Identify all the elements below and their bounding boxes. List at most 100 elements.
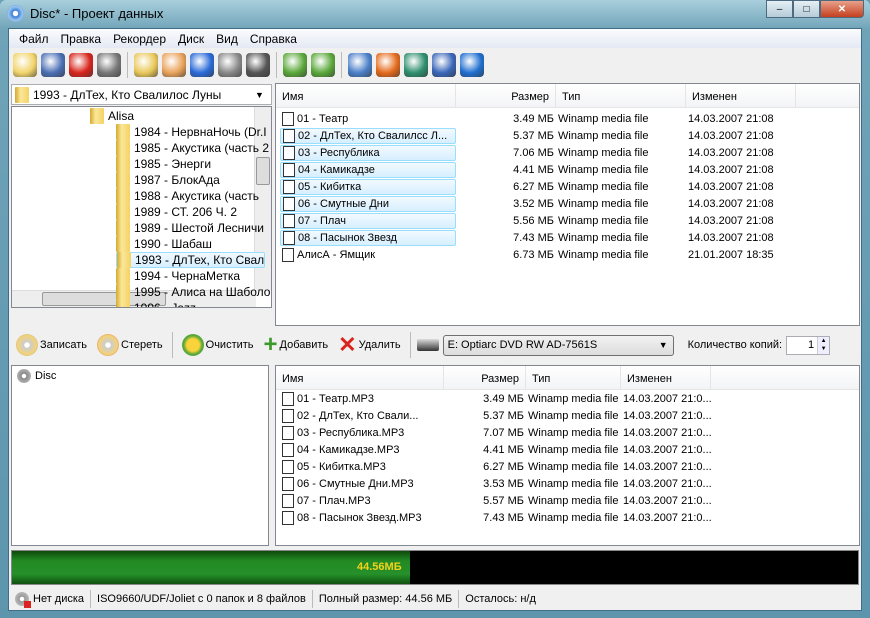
minimize-button[interactable]: –	[766, 0, 793, 18]
tree-item[interactable]: 1993 - ДлТех, Кто Свал	[116, 252, 266, 268]
tree-item[interactable]: 1994 - ЧернаМетка	[116, 268, 240, 284]
drive-select[interactable]: E: Optiarc DVD RW AD-7561S ▼	[442, 334, 674, 356]
disc-info-icon[interactable]	[218, 53, 242, 77]
table-row[interactable]: 07 - Плач.MP3 5.57 МБ Winamp media file 14.…	[280, 493, 711, 509]
blue-square-icon[interactable]	[190, 53, 214, 77]
globe-cursor-icon[interactable]	[404, 53, 428, 77]
red-x-icon: ✕	[338, 332, 357, 357]
table-row[interactable]: 02 - ДлТех, Кто Свали... 5.37 МБ Winamp me…	[280, 408, 711, 424]
cell-text: 3.49 МБ	[483, 393, 524, 405]
table-row[interactable]: 01 - Театр.MP3 3.49 МБ Winamp media file 14…	[280, 391, 711, 407]
audio-file-icon	[282, 409, 294, 423]
column-header-3[interactable]: Изменен	[621, 366, 711, 389]
cell-text: Winamp media file	[558, 113, 649, 125]
tree-item[interactable]: 1987 - БлокАда	[116, 172, 220, 188]
web-update-icon[interactable]	[376, 53, 400, 77]
table-row[interactable]: 04 - Камикадзе 4.41 МБ Winamp media file 14…	[280, 162, 796, 178]
table-row[interactable]: АлисА - Ямщик 6.73 МБ Winamp media file 21.…	[280, 247, 796, 263]
cell-text: 3.53 МБ	[483, 478, 524, 490]
cell-text: 3.52 МБ	[513, 198, 554, 210]
table-row[interactable]: 03 - Республика.MP3 7.07 МБ Winamp media f…	[280, 425, 711, 441]
tree-item[interactable]: 1985 - Энерги	[116, 156, 211, 172]
table-row[interactable]: 08 - Пасынок Звезд 7.43 МБ Winamp media fi…	[280, 230, 796, 246]
disc-tree-root[interactable]: Disc	[17, 369, 56, 383]
table-row[interactable]: 05 - Кибитка 6.27 МБ Winamp media file 14.0…	[280, 179, 796, 195]
delete-icon[interactable]	[69, 53, 93, 77]
info-icon[interactable]	[460, 53, 484, 77]
table-row[interactable]: 08 - Пасынок Звезд.MP3 7.43 МБ Winamp medi…	[280, 510, 711, 526]
folder-tree: Alisa 1984 - НервнаНочь (Dr.I 1985 - Акуст…	[11, 106, 272, 308]
menu-item-1[interactable]: Правка	[55, 32, 108, 46]
save-icon[interactable]	[41, 53, 65, 77]
list-header: Имя Размер Тип Изменен	[276, 366, 859, 390]
settings-gear-icon[interactable]	[348, 53, 372, 77]
list-header: Имя Размер Тип Изменен	[276, 84, 859, 108]
print-icon[interactable]	[97, 53, 121, 77]
tree-item-label: 1987 - БлокАда	[134, 173, 220, 187]
open-folder-icon[interactable]	[13, 53, 37, 77]
tree-item-label: 1989 - Шестой Лесничи	[134, 221, 264, 235]
erase-disc-icon[interactable]	[162, 53, 186, 77]
tree-item[interactable]: 1995 - Алиса на Шаболо	[116, 284, 270, 300]
menu-item-2[interactable]: Рекордер	[107, 32, 172, 46]
erase-button[interactable]: Стереть	[94, 334, 166, 356]
table-row[interactable]: 01 - Театр 3.49 МБ Winamp media file 14.03.…	[280, 111, 796, 127]
drive-info-icon[interactable]	[246, 53, 270, 77]
cell: 3.52 МБ	[456, 198, 556, 210]
column-header-2[interactable]: Тип	[526, 366, 621, 389]
table-row[interactable]: 04 - Камикадзе.MP3 4.41 МБ Winamp media fi…	[280, 442, 711, 458]
folder-icon	[116, 236, 130, 252]
tree-item[interactable]: 1989 - СТ. 206 Ч. 2	[116, 204, 237, 220]
cell: 14.03.2007 21:0...	[621, 444, 711, 456]
tree-item[interactable]: 1990 - Шабаш	[116, 236, 212, 252]
burn-disc-icon[interactable]	[134, 53, 158, 77]
disc-down-icon[interactable]	[283, 53, 307, 77]
audio-file-icon	[283, 163, 295, 177]
column-header-0[interactable]: Имя	[276, 366, 444, 389]
table-row[interactable]: 06 - Смутные Дни 3.52 МБ Winamp media file…	[280, 196, 796, 212]
column-header-2[interactable]: Тип	[556, 84, 686, 107]
disc-up-icon[interactable]	[311, 53, 335, 77]
cell-text: 05 - Кибитка	[298, 181, 362, 193]
table-row[interactable]: 02 - ДлТех, Кто Свалилсс Л... 5.37 МБ Wina…	[280, 128, 796, 144]
column-header-1[interactable]: Размер	[456, 84, 556, 107]
menu-item-4[interactable]: Вид	[210, 32, 244, 46]
column-header-3[interactable]: Изменен	[686, 84, 796, 107]
table-row[interactable]: 07 - Плач 5.56 МБ Winamp media file 14.03.2…	[280, 213, 796, 229]
add-button[interactable]: + Добавить	[261, 333, 332, 357]
tree-item[interactable]: 1989 - Шестой Лесничи	[116, 220, 264, 236]
tree-item[interactable]: 1996 - Jazz	[116, 300, 196, 307]
close-button[interactable]: ✕	[820, 0, 864, 18]
column-header-1[interactable]: Размер	[444, 366, 526, 389]
column-header-label: Изменен	[692, 91, 737, 103]
cell: Winamp media file	[556, 181, 686, 193]
menu-item-3[interactable]: Диск	[172, 32, 210, 46]
menu-item-0[interactable]: Файл	[13, 32, 55, 46]
tree-item[interactable]: 1985 - Акустика (часть 2	[116, 140, 269, 156]
tree-item[interactable]: 1984 - НервнаНочь (Dr.I	[116, 124, 267, 140]
column-header-0[interactable]: Имя	[276, 84, 456, 107]
help-icon[interactable]	[432, 53, 456, 77]
table-row[interactable]: 05 - Кибитка.MP3 6.27 МБ Winamp media file…	[280, 459, 711, 475]
clear-button[interactable]: Очистить	[179, 334, 257, 356]
maximize-button[interactable]: □	[793, 0, 820, 18]
cell: 3.53 МБ	[444, 478, 526, 490]
chevron-down-icon[interactable]: ▼	[255, 90, 271, 100]
cell: 14.03.2007 21:0...	[621, 495, 711, 507]
spin-arrows-icon[interactable]: ▲ ▼	[817, 336, 830, 354]
clear-icon	[181, 334, 204, 356]
copies-stepper[interactable]: 1 ▲ ▼	[786, 335, 831, 355]
remove-button[interactable]: ✕ Удалить	[335, 332, 403, 357]
tree-item-label: 1994 - ЧернаМетка	[134, 269, 241, 283]
cell-text: 08 - Пасынок Звезд	[298, 232, 397, 244]
cell: 04 - Камикадзе	[280, 162, 456, 178]
burn-button[interactable]: Записать	[13, 334, 90, 356]
tree-item-root[interactable]: Alisa	[90, 108, 134, 124]
cell: 14.03.2007 21:0...	[621, 461, 711, 473]
menu-item-5[interactable]: Справка	[244, 32, 303, 46]
table-row[interactable]: 06 - Смутные Дни.MP3 3.53 МБ Winamp media …	[280, 476, 711, 492]
column-header-label: Размер	[511, 91, 549, 103]
tree-item[interactable]: 1988 - Акустика (часть	[116, 188, 259, 204]
folder-combo[interactable]: 1993 - ДлТех, Кто Свалилос Луны ▼	[11, 84, 272, 105]
table-row[interactable]: 03 - Республика 7.06 МБ Winamp media file 1…	[280, 145, 796, 161]
